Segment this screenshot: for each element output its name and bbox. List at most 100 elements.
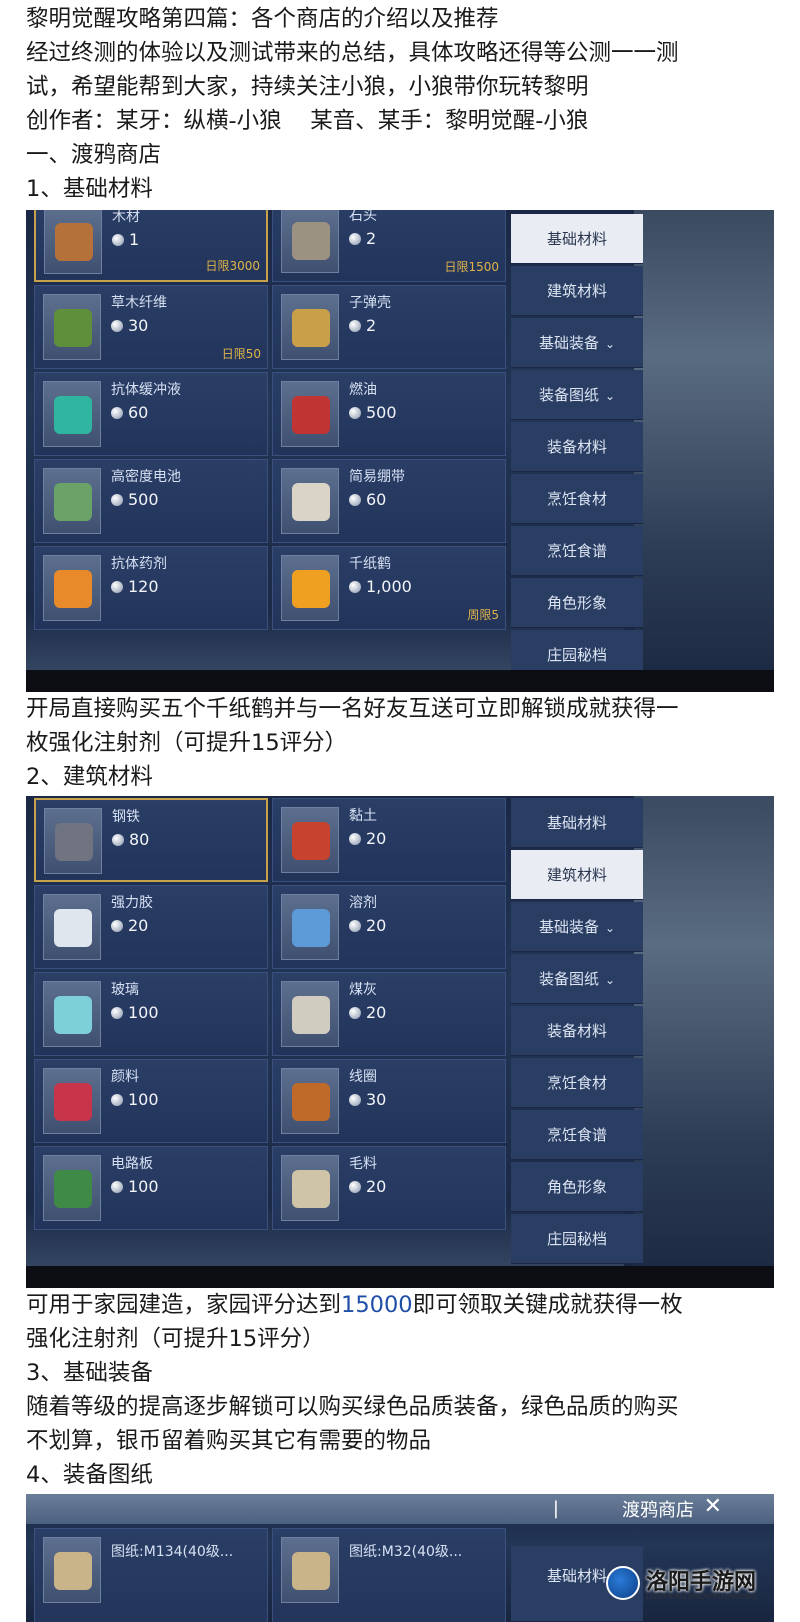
note-3-line-2: 不划算，银币留着购买其它有需要的物品 <box>26 1428 432 1454</box>
menu-item-2[interactable]: 基础装备 ⌄ <box>511 318 643 368</box>
note-3-line-1: 随着等级的提高逐步解锁可以购买绿色品质装备，绿色品质的购买 <box>26 1394 679 1420</box>
intro-line-2: 试，希望能帮到大家，持续关注小狼，小狼带你玩转黎明 <box>26 74 589 100</box>
silver-coin-icon <box>349 833 361 845</box>
close-icon[interactable]: ✕ <box>704 1494 722 1519</box>
item-card[interactable]: 毛料 20 <box>272 1146 506 1230</box>
item-thumbnail <box>281 468 339 534</box>
item-name: 图纸:M32(40级... <box>349 1544 463 1560</box>
item-card[interactable]: 石头 2 日限1500 <box>272 210 506 282</box>
item-price: 20 <box>111 916 148 935</box>
item-card[interactable]: 抗体缓冲液 60 <box>34 372 268 456</box>
author-line: 创作者：某牙：纵横-小狼 某音、某手：黎明觉醒-小狼 <box>26 108 589 134</box>
menu-item-6[interactable]: 烹饪食谱 <box>511 526 643 576</box>
item-name: 强力胶 <box>111 895 153 911</box>
subheading-equipment-blueprints: 4、装备图纸 <box>26 1462 153 1488</box>
item-name: 抗体药剂 <box>111 556 167 572</box>
item-price: 100 <box>111 1003 159 1022</box>
item-card[interactable]: 图纸:M32(40级... <box>272 1528 506 1622</box>
item-thumbnail <box>43 468 101 534</box>
menu-item-0[interactable]: 基础材料 <box>511 798 643 848</box>
menu-item-2[interactable]: 基础装备 ⌄ <box>511 902 643 952</box>
item-thumbnail <box>43 1155 101 1221</box>
item-icon <box>292 222 330 260</box>
item-icon <box>292 309 330 347</box>
blueprint-icon <box>54 1552 92 1590</box>
item-card[interactable]: 钢铁 80 <box>34 798 268 882</box>
item-card[interactable]: 线圈 30 <box>272 1059 506 1143</box>
menu-item-4[interactable]: 装备材料 <box>511 1006 643 1056</box>
item-icon <box>54 483 92 521</box>
item-card[interactable]: 抗体药剂 120 <box>34 546 268 630</box>
watermark-subtext: LUOYANGSHOUYOUWANG <box>646 1592 758 1601</box>
menu-item-5[interactable]: 烹饪食材 <box>511 474 643 524</box>
item-card[interactable]: 草木纤维 30 日限50 <box>34 285 268 369</box>
item-card[interactable]: 简易绷带 60 <box>272 459 506 543</box>
menu-item-0[interactable]: 基础材料 <box>511 214 643 264</box>
silver-coin-icon <box>111 1007 123 1019</box>
item-thumbnail <box>43 1068 101 1134</box>
shop-screenshot-building-materials: 钢铁 80 黏土 20 强力胶 20 溶剂 20 玻璃 100 煤灰 20 颜料 100 线圈 30 电路板 10… <box>26 796 774 1288</box>
item-icon <box>54 996 92 1034</box>
menu-item-7[interactable]: 角色形象 <box>511 1162 643 1212</box>
menu-item-3[interactable]: 装备图纸 ⌄ <box>511 370 643 420</box>
chevron-down-icon: ⌄ <box>604 389 616 403</box>
item-thumbnail <box>281 381 339 447</box>
silver-coin-icon <box>111 581 123 593</box>
item-thumbnail <box>281 1068 339 1134</box>
purchase-limit-badge: 日限50 <box>221 347 261 361</box>
note-2-text-post: 即可领取关键成就获得一枚 <box>412 1292 683 1318</box>
menu-item-4[interactable]: 装备材料 <box>511 422 643 472</box>
site-watermark: 洛阳手游网 LUOYANGSHOUYOUWANG <box>606 1562 758 1608</box>
item-name: 燃油 <box>349 382 377 398</box>
item-card[interactable]: 燃油 500 <box>272 372 506 456</box>
menu-item-6[interactable]: 烹饪食谱 <box>511 1110 643 1160</box>
item-card[interactable]: 颜料 100 <box>34 1059 268 1143</box>
menu-item-1[interactable]: 建筑材料 <box>511 850 643 900</box>
menu-item-8[interactable]: 庄园秘档 <box>511 1214 643 1264</box>
item-card[interactable]: 煤灰 20 <box>272 972 506 1056</box>
item-thumbnail <box>44 210 102 274</box>
chevron-down-icon: ⌄ <box>604 921 616 935</box>
item-card[interactable]: 木材 1 日限3000 <box>34 210 268 282</box>
item-icon <box>292 909 330 947</box>
chevron-down-icon: ⌄ <box>604 337 616 351</box>
item-card[interactable]: 玻璃 100 <box>34 972 268 1056</box>
item-name: 高密度电池 <box>111 469 181 485</box>
silver-coin-icon <box>111 320 123 332</box>
note-1-line-1: 开局直接购买五个千纸鹤并与一名好友互送可立即解锁成就获得一 <box>26 696 679 722</box>
background-scenery <box>634 796 774 1288</box>
purchase-limit-badge: 日限3000 <box>205 259 260 273</box>
item-price: 80 <box>112 830 149 849</box>
blueprint-icon <box>292 1552 330 1590</box>
note-2-line-1: 可用于家园建造，家园评分达到15000即可领取关键成就获得一枚 <box>26 1288 683 1322</box>
item-card[interactable]: 子弹壳 2 <box>272 285 506 369</box>
shop-header-bar: | 渡鸦商店 ✕ <box>26 1494 774 1524</box>
menu-item-5[interactable]: 烹饪食材 <box>511 1058 643 1108</box>
item-card[interactable]: 黏土 20 <box>272 798 506 882</box>
menu-item-7[interactable]: 角色形象 <box>511 578 643 628</box>
item-price: 30 <box>111 316 148 335</box>
silver-coin-icon <box>349 1094 361 1106</box>
item-card[interactable]: 强力胶 20 <box>34 885 268 969</box>
site-logo-icon <box>606 1566 640 1600</box>
item-card[interactable]: 高密度电池 500 <box>34 459 268 543</box>
shop-screenshot-blueprints: | 渡鸦商店 ✕ 图纸:M134(40级... 图纸:M32(40级... 基础… <box>26 1494 774 1622</box>
menu-item-3[interactable]: 装备图纸 ⌄ <box>511 954 643 1004</box>
silver-coin-icon <box>349 920 361 932</box>
item-price: 20 <box>349 829 386 848</box>
purchase-limit-badge: 周限5 <box>467 608 499 622</box>
item-icon <box>292 1083 330 1121</box>
subheading-basic-materials: 1、基础材料 <box>26 176 153 202</box>
item-thumbnail <box>43 1537 101 1603</box>
item-card[interactable]: 千纸鹤 1,000 周限5 <box>272 546 506 630</box>
item-thumbnail <box>43 555 101 621</box>
item-price: 500 <box>111 490 159 509</box>
item-card[interactable]: 图纸:M134(40级... <box>34 1528 268 1622</box>
menu-item-1[interactable]: 建筑材料 <box>511 266 643 316</box>
item-card[interactable]: 电路板 100 <box>34 1146 268 1230</box>
item-name: 石头 <box>349 210 377 224</box>
item-card[interactable]: 溶剂 20 <box>272 885 506 969</box>
item-name: 线圈 <box>349 1069 377 1085</box>
item-icon <box>292 483 330 521</box>
item-name: 简易绷带 <box>349 469 405 485</box>
